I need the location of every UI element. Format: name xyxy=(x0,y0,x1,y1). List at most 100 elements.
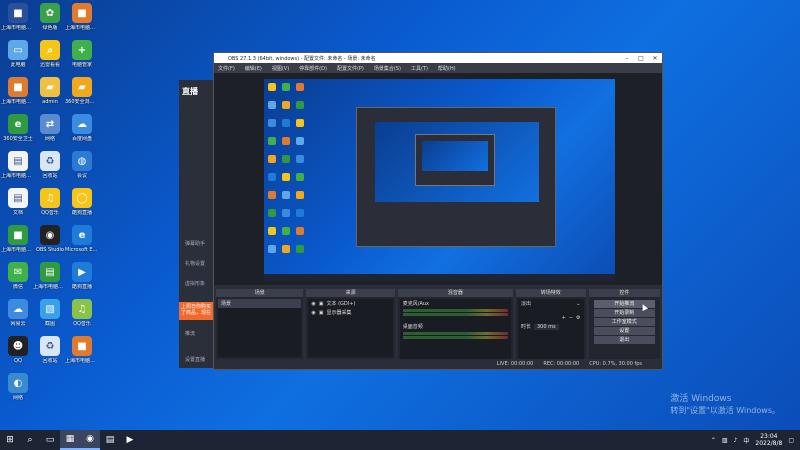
desktop-icon-label: 上海市电脑网络 xyxy=(1,25,35,31)
menu-tools[interactable]: 工具(T) xyxy=(411,65,428,72)
mixer-channel-label: 麦克风/Aux xyxy=(402,301,430,307)
obs-window[interactable]: OBS 27.1.3 (64bit, windows) - 配置文件: 未命名 … xyxy=(213,52,663,370)
desktop-icon[interactable]: ☻ QQ xyxy=(1,336,35,374)
desktop-icon[interactable]: ■ 上海市电脑网络 xyxy=(1,3,35,41)
desktop-icon[interactable]: ▶ 酷狗直播 xyxy=(65,262,99,300)
desktop-icon[interactable]: ■ 上海市电脑网络 xyxy=(1,77,35,115)
chevron-up-icon[interactable]: ⌃ xyxy=(711,437,716,444)
desktop-icon[interactable]: ♻ 回收站 xyxy=(33,336,67,374)
transition-select[interactable]: 淡出 ⌄ xyxy=(518,299,584,308)
taskbar-app-windows[interactable]: ▦ xyxy=(60,430,80,450)
desktop-icon[interactable]: ◉ OBS Studio xyxy=(33,225,67,263)
studio-mode-button[interactable]: 工作室模式 xyxy=(593,318,655,326)
duration-input[interactable]: 300 ms xyxy=(534,323,559,330)
desktop-icon-label: 360安全卫士 xyxy=(3,136,33,142)
app-icon: ■ xyxy=(72,336,92,356)
computer-icon: ▭ xyxy=(8,40,28,60)
settings-button[interactable]: 设置 xyxy=(593,327,655,335)
volume-slider[interactable] xyxy=(402,313,508,316)
gear-icon[interactable]: ⚙ xyxy=(576,315,580,321)
eye-icon[interactable]: ◉ xyxy=(311,301,315,307)
menu-help[interactable]: 帮助(H) xyxy=(438,65,456,72)
desktop-icon[interactable]: ▭ 此电脑 xyxy=(1,40,35,78)
live-menu-item[interactable]: 礼物设置 xyxy=(185,260,205,267)
mixer-channel-label: 桌面音频 xyxy=(402,324,423,330)
desktop-icon[interactable]: ▰ admin xyxy=(33,77,67,115)
lock-icon[interactable]: ▣ xyxy=(319,301,324,307)
live-promo-banner[interactable]: 上周日你购买了商品，现在 xyxy=(179,302,217,320)
desktop-icon[interactable]: ◐ 网络 xyxy=(1,373,35,411)
desktop-icon[interactable]: ♻ 回收站 xyxy=(33,151,67,189)
input-language[interactable]: 中 xyxy=(743,436,749,445)
desktop-icon[interactable]: ✉ 微信 xyxy=(1,262,35,300)
desktop-icon[interactable]: ▧ 截图 xyxy=(33,299,67,337)
menu-docks[interactable]: 停靠部件(D) xyxy=(299,65,327,72)
start-icon[interactable]: ⊞ xyxy=(0,430,20,450)
preview-canvas[interactable] xyxy=(264,79,615,281)
desktop-icon[interactable]: ▰ 360安全浏览器 xyxy=(65,77,99,115)
menu-view[interactable]: 视图(V) xyxy=(272,65,289,72)
task-view-icon[interactable]: ▭ xyxy=(40,430,60,450)
volume-slider[interactable] xyxy=(402,336,508,339)
desktop-icon[interactable]: ⇄ 网络 xyxy=(33,114,67,152)
menu-scene-collection[interactable]: 场景集合(S) xyxy=(374,65,401,72)
minimize-icon[interactable]: – xyxy=(620,53,634,63)
volume-meter xyxy=(402,309,508,312)
desktop-icon[interactable]: + 电脑管家 xyxy=(65,40,99,78)
desktop-icon[interactable]: ⌕ 迅雷看看 xyxy=(33,40,67,78)
desktop-icon[interactable]: ■ 上海市电脑网络 xyxy=(65,336,99,374)
volume-icon[interactable]: ♪ xyxy=(734,437,738,444)
preview-desktop-icon xyxy=(268,137,276,145)
desktop-icon[interactable]: ◯ 酷狗直播 xyxy=(65,188,99,226)
desktop-icon[interactable]: ♫ QQ音乐 xyxy=(33,188,67,226)
menu-file[interactable]: 文件(F) xyxy=(218,65,235,72)
live-start-button[interactable]: 设置直播 xyxy=(185,356,205,363)
eye-icon[interactable]: ◉ xyxy=(311,310,315,316)
lock-icon[interactable]: ▣ xyxy=(319,310,324,316)
taskbar-app-explorer[interactable]: ▤ xyxy=(100,430,120,450)
live-menu-item[interactable]: 弹幕助手 xyxy=(185,240,205,247)
clock-time: 23:04 xyxy=(760,433,778,440)
preview-desktop-icon xyxy=(268,209,276,217)
source-item[interactable]: ◉ ▣ 显示器采集 xyxy=(308,308,392,317)
folder-icon: ▰ xyxy=(72,77,92,97)
start-recording-button[interactable]: 开始录制 xyxy=(593,309,655,317)
desktop-icon[interactable]: ■ 上海市电脑网络 xyxy=(65,3,99,41)
desktop-icon[interactable]: ◍ 会议 xyxy=(65,151,99,189)
remove-transition-icon[interactable]: − xyxy=(569,315,573,321)
add-transition-icon[interactable]: + xyxy=(562,315,566,321)
desktop-icon-label: 上海市电脑网络 xyxy=(1,247,35,253)
scene-item[interactable]: 场景 xyxy=(218,299,302,308)
exit-button[interactable]: 退出 xyxy=(593,336,655,344)
desktop-icon[interactable]: ☁ 百度网盘 xyxy=(65,114,99,152)
desktop-icons: ■ 上海市电脑网络 ✿ 绿色版 ■ 上海市电脑网络 ▭ 此电脑 ⌕ 迅雷看看 + 电脑管家 ■ 上海市电脑… xyxy=(0,0,100,430)
scenes-panel: 场景 场景 +−⌃⌄ xyxy=(216,289,304,369)
source-item[interactable]: ◉ ▣ 文本 (GDI+) xyxy=(308,299,392,308)
taskbar-app-obs[interactable]: ◉ xyxy=(80,430,100,450)
live-menu-item[interactable]: 虚拟形象 xyxy=(185,280,205,287)
nested-preview xyxy=(375,122,539,202)
desktop-icon[interactable]: e Microsoft Edge xyxy=(65,225,99,263)
desktop-icon[interactable]: ♫ QQ音乐 xyxy=(65,299,99,337)
desktop-icon[interactable]: e 360安全卫士 xyxy=(1,114,35,152)
taskbar-app-live[interactable]: ▶ xyxy=(120,430,140,450)
close-icon[interactable]: ✕ xyxy=(648,53,662,63)
live-stream-app[interactable]: 直播 弹幕助手 礼物设置 虚拟形象 上周日你购买了商品，现在 推流 设置直播 xyxy=(179,80,217,368)
menu-edit[interactable]: 编辑(E) xyxy=(245,65,262,72)
network-icon[interactable]: ▥ xyxy=(722,437,728,444)
maximize-icon[interactable]: □ xyxy=(634,53,648,63)
notification-icon[interactable]: ▢ xyxy=(788,437,794,444)
desktop-icon[interactable]: ▤ 文档 xyxy=(1,188,35,226)
desktop-icon[interactable]: ☁ 网易云 xyxy=(1,299,35,337)
menu-profile[interactable]: 配置文件(P) xyxy=(337,65,364,72)
desktop-icon[interactable]: ✿ 绿色版 xyxy=(33,3,67,41)
clock[interactable]: 23:04 2022/8/8 xyxy=(755,433,782,447)
system-tray: ⌃ ▥ ♪ 中 23:04 2022/8/8 ▢ xyxy=(711,433,800,447)
live-menu-item[interactable]: 推流 xyxy=(185,330,195,337)
search-icon: ⌕ xyxy=(40,40,60,60)
desktop-icon[interactable]: ■ 上海市电脑网络 xyxy=(1,225,35,263)
desktop-icon[interactable]: ▤ 上海市电脑网络 xyxy=(33,262,67,300)
desktop-icon[interactable]: ▤ 上海市电脑网络 xyxy=(1,151,35,189)
scenes-title: 场景 xyxy=(216,289,304,297)
search-icon[interactable]: ⌕ xyxy=(20,430,40,450)
